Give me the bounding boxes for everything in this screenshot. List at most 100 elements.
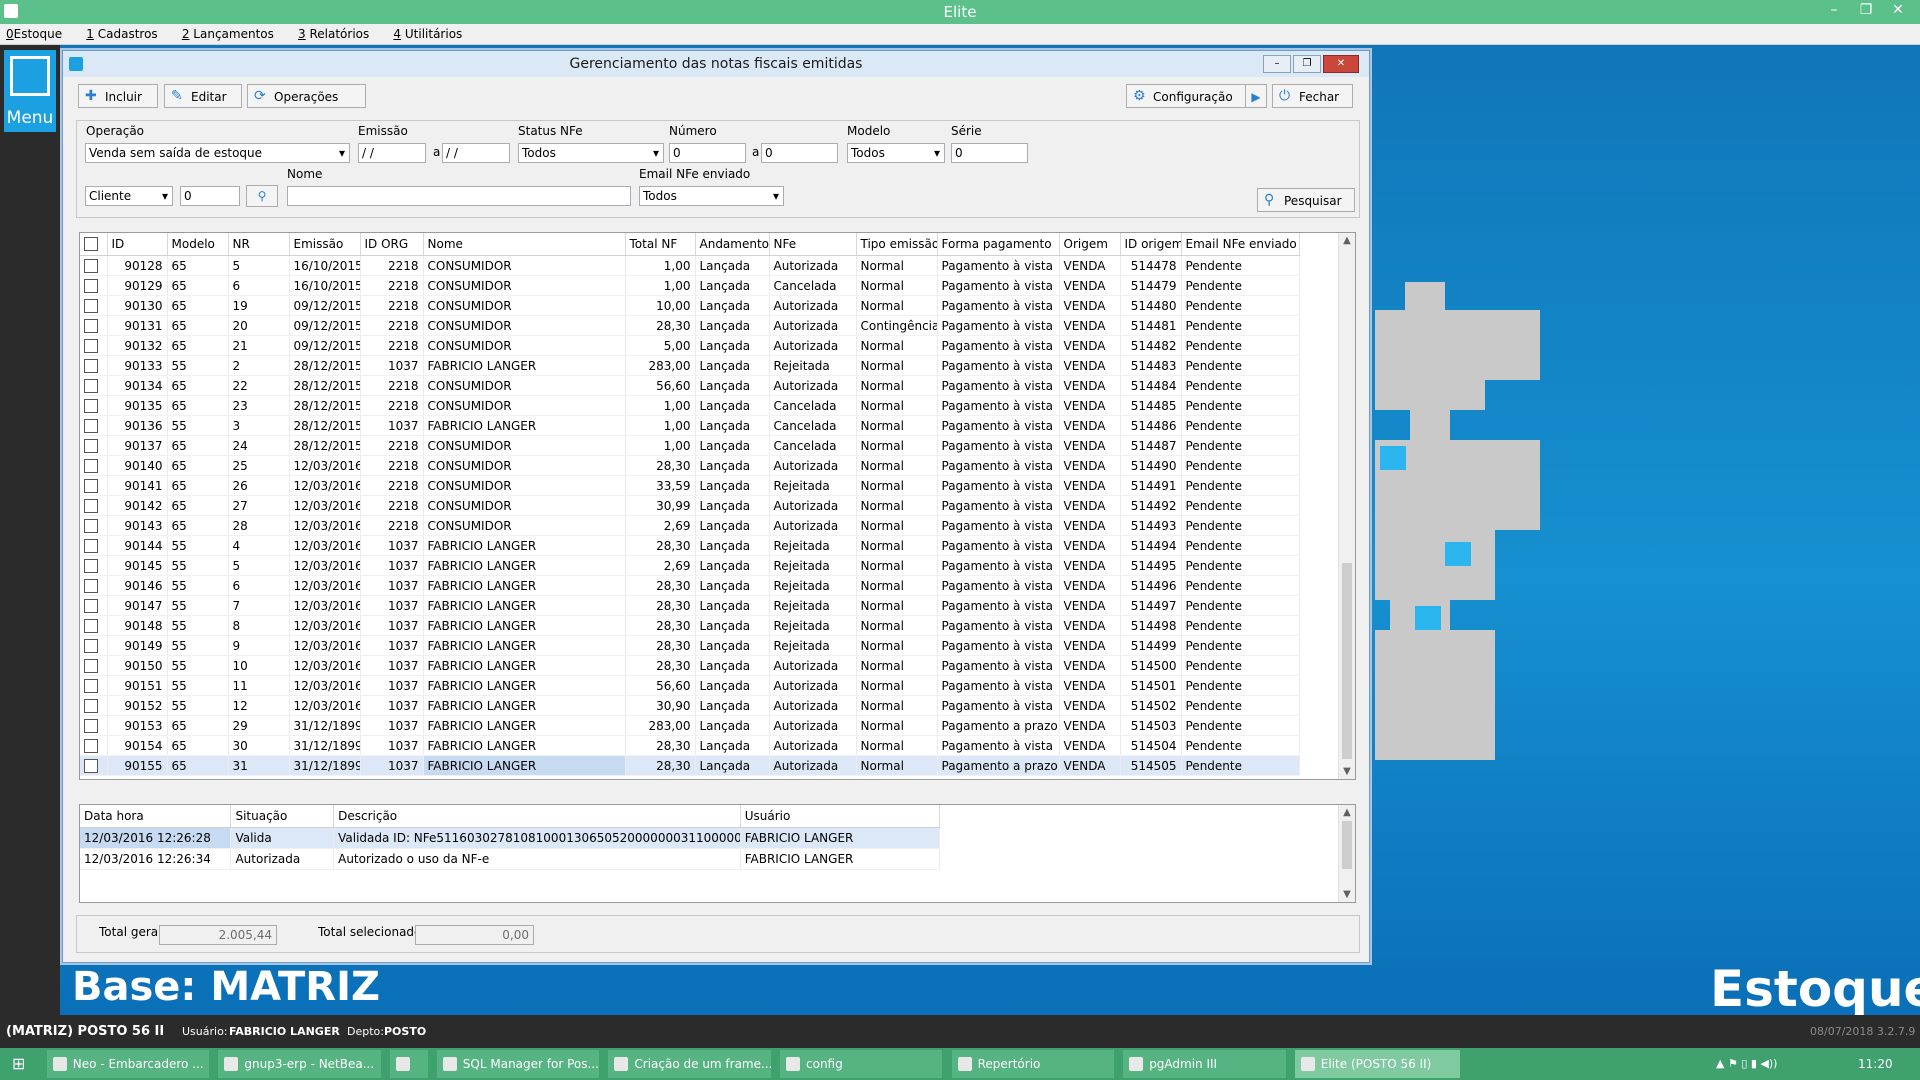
- operacoes-button[interactable]: ⟳ Operações: [247, 84, 366, 108]
- table-row[interactable]: 90153 65 29 31/12/1899 1037 FABRICIO LANGER 28…: [80, 715, 1339, 736]
- select-all-checkbox[interactable]: [80, 233, 108, 256]
- row-checkbox[interactable]: [80, 715, 108, 736]
- nome-field[interactable]: [287, 186, 631, 206]
- table-row[interactable]: 90133 55 2 28/12/2015 1037 FABRICIO LANGER 283…: [80, 355, 1339, 376]
- column-header[interactable]: NFe: [769, 233, 857, 256]
- column-header[interactable]: Emissão: [289, 233, 361, 256]
- taskbar-item[interactable]: pgAdmin III: [1123, 1050, 1286, 1078]
- table-row[interactable]: 90132 65 21 09/12/2015 2218 CONSUMIDOR 5,00 Lan…: [80, 335, 1339, 356]
- taskbar-item[interactable]: config: [780, 1050, 943, 1078]
- modelo-select[interactable]: Todos: [847, 143, 945, 163]
- table-row[interactable]: 90131 65 20 09/12/2015 2218 CONSUMIDOR 28,30 La…: [80, 315, 1339, 336]
- column-header[interactable]: ID: [107, 233, 168, 256]
- table-row[interactable]: 90142 65 27 12/03/2016 2218 CONSUMIDOR 30,99 La…: [80, 495, 1339, 516]
- menu-utilitarios[interactable]: 4 Utilitários: [393, 24, 462, 44]
- row-checkbox[interactable]: [80, 635, 108, 656]
- log-row[interactable]: 12/03/2016 12:26:34 Autorizada Autorizado …: [80, 848, 941, 870]
- table-row[interactable]: 90137 65 24 28/12/2015 2218 CONSUMIDOR 1,00 Lan…: [80, 435, 1339, 456]
- column-header[interactable]: Total NF: [625, 233, 696, 256]
- status-nfe-select[interactable]: Todos: [518, 143, 664, 163]
- incluir-button[interactable]: ✚ Incluir: [78, 84, 158, 108]
- column-header[interactable]: Nome: [423, 233, 626, 256]
- table-row[interactable]: 90135 65 23 28/12/2015 2218 CONSUMIDOR 1,00 Lan…: [80, 395, 1339, 416]
- row-checkbox[interactable]: [80, 515, 108, 536]
- tipo-pessoa-select[interactable]: Cliente: [85, 186, 173, 206]
- table-row[interactable]: 90150 55 10 12/03/2016 1037 FABRICIO LANGER 28…: [80, 655, 1339, 676]
- taskbar-item[interactable]: Neo - Embarcadero ...: [46, 1050, 210, 1078]
- table-row[interactable]: 90152 55 12 12/03/2016 1037 FABRICIO LANGER 30…: [80, 695, 1339, 716]
- menu-estoque[interactable]: 0Estoque: [6, 24, 62, 44]
- row-checkbox[interactable]: [80, 375, 108, 396]
- table-row[interactable]: 90130 65 19 09/12/2015 2218 CONSUMIDOR 10,00 La…: [80, 295, 1339, 316]
- row-checkbox[interactable]: [80, 495, 108, 516]
- column-header[interactable]: Tipo emissão: [856, 233, 938, 256]
- serie-field[interactable]: 0: [951, 143, 1028, 163]
- row-checkbox[interactable]: [80, 595, 108, 616]
- table-row[interactable]: 90140 65 25 12/03/2016 2218 CONSUMIDOR 28,30 La…: [80, 455, 1339, 476]
- numero-end-field[interactable]: 0: [761, 143, 838, 163]
- grid-vertical-scrollbar[interactable]: ▲ ▼: [1338, 233, 1355, 779]
- table-row[interactable]: 90129 65 6 16/10/2015 2218 CONSUMIDOR 1,00 Lanç…: [80, 275, 1339, 296]
- table-row[interactable]: 90151 55 11 12/03/2016 1037 FABRICIO LANGER 56…: [80, 675, 1339, 696]
- taskbar-item[interactable]: Elite (POSTO 56 II): [1294, 1050, 1460, 1078]
- row-checkbox[interactable]: [80, 395, 108, 416]
- row-checkbox[interactable]: [80, 575, 108, 596]
- row-checkbox[interactable]: [80, 755, 108, 776]
- taskbar-item[interactable]: gnup3-erp - NetBea...: [218, 1050, 381, 1078]
- side-menu-button[interactable]: Menu: [4, 50, 56, 132]
- log-column-header[interactable]: Usuário: [740, 805, 941, 828]
- column-header[interactable]: Origem: [1059, 233, 1121, 256]
- table-row[interactable]: 90149 55 9 12/03/2016 1037 FABRICIO LANGER 28,…: [80, 635, 1339, 656]
- emissao-start-field[interactable]: / /: [358, 143, 426, 163]
- table-row[interactable]: 90146 55 6 12/03/2016 1037 FABRICIO LANGER 28,…: [80, 575, 1339, 596]
- column-header[interactable]: ID origem: [1120, 233, 1182, 256]
- email-nfe-select[interactable]: Todos: [639, 186, 784, 206]
- scroll-thumb[interactable]: [1342, 821, 1352, 869]
- row-checkbox[interactable]: [80, 415, 108, 436]
- row-checkbox[interactable]: [80, 355, 108, 376]
- column-header[interactable]: Forma pagamento: [937, 233, 1060, 256]
- taskbar-item[interactable]: [390, 1050, 428, 1078]
- numero-start-field[interactable]: 0: [669, 143, 746, 163]
- table-row[interactable]: 90141 65 26 12/03/2016 2218 CONSUMIDOR 33,59 La…: [80, 475, 1339, 496]
- row-checkbox[interactable]: [80, 255, 108, 276]
- pesquisar-button[interactable]: ⚲ Pesquisar: [1257, 188, 1355, 212]
- tray-icons[interactable]: ▲ ⚑ ▯ ▮ ◀)): [1716, 1057, 1777, 1070]
- scroll-up-icon[interactable]: ▲: [1339, 807, 1355, 818]
- row-checkbox[interactable]: [80, 655, 108, 676]
- menu-cadastros[interactable]: 1 Cadastros: [86, 24, 157, 44]
- menu-relatorios[interactable]: 3 Relatórios: [298, 24, 369, 44]
- table-row[interactable]: 90155 65 31 31/12/1899 1037 FABRICIO LANGER 28…: [80, 755, 1339, 776]
- buscar-cliente-button[interactable]: ⚲: [246, 185, 278, 207]
- log-vertical-scrollbar[interactable]: ▲ ▼: [1338, 805, 1355, 902]
- scroll-down-icon[interactable]: ▼: [1339, 889, 1355, 900]
- windows-start-icon[interactable]: ⊞: [12, 1056, 28, 1072]
- window-minimize-button[interactable]: –: [1263, 55, 1291, 73]
- row-checkbox[interactable]: [80, 535, 108, 556]
- column-header[interactable]: ID ORG: [360, 233, 424, 256]
- table-row[interactable]: 90147 55 7 12/03/2016 1037 FABRICIO LANGER 28,…: [80, 595, 1339, 616]
- operacao-select[interactable]: Venda sem saída de estoque: [85, 143, 350, 163]
- close-button[interactable]: ✕: [1884, 2, 1912, 18]
- table-row[interactable]: 90148 55 8 12/03/2016 1037 FABRICIO LANGER 28,…: [80, 615, 1339, 636]
- row-checkbox[interactable]: [80, 695, 108, 716]
- log-column-header[interactable]: Descrição: [333, 805, 741, 828]
- log-column-header[interactable]: Data hora: [80, 805, 232, 828]
- row-checkbox[interactable]: [80, 555, 108, 576]
- row-checkbox[interactable]: [80, 615, 108, 636]
- row-checkbox[interactable]: [80, 455, 108, 476]
- window-close-button[interactable]: ✕: [1323, 55, 1359, 73]
- configuracao-button[interactable]: ⚙ Configuração: [1126, 84, 1246, 108]
- editar-button[interactable]: ✎ Editar: [164, 84, 242, 108]
- taskbar-item[interactable]: Criação de um frame...: [608, 1050, 771, 1078]
- emissao-end-field[interactable]: / /: [442, 143, 510, 163]
- table-row[interactable]: 90144 55 4 12/03/2016 1037 FABRICIO LANGER 28,…: [80, 535, 1339, 556]
- table-row[interactable]: 90128 65 5 16/10/2015 2218 CONSUMIDOR 1,00 Lanç…: [80, 255, 1339, 276]
- row-checkbox[interactable]: [80, 735, 108, 756]
- log-column-header[interactable]: Situação: [230, 805, 335, 828]
- row-checkbox[interactable]: [80, 435, 108, 456]
- table-row[interactable]: 90145 55 5 12/03/2016 1037 FABRICIO LANGER 2,6…: [80, 555, 1339, 576]
- column-header[interactable]: Andamento: [695, 233, 770, 256]
- taskbar-item[interactable]: SQL Manager for Pos...: [436, 1050, 600, 1078]
- row-checkbox[interactable]: [80, 275, 108, 296]
